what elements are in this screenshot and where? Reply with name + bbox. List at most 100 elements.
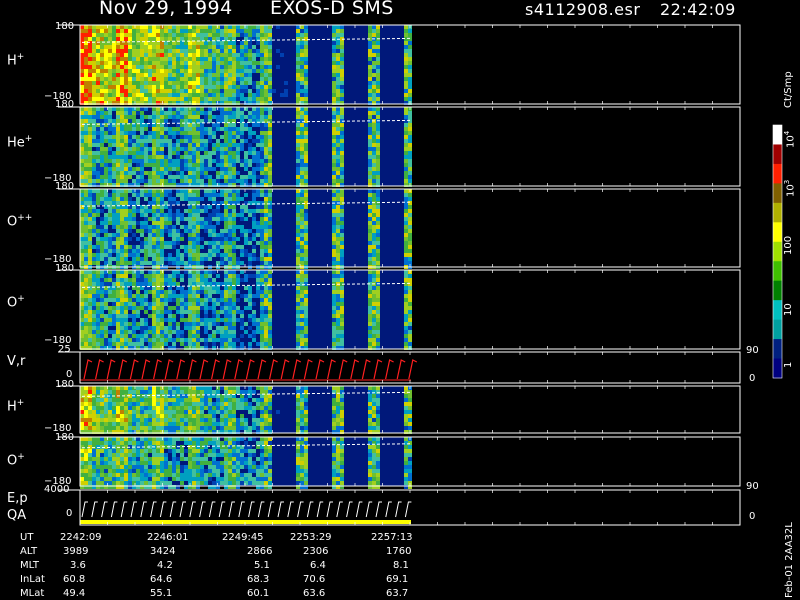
spectrogram-cell — [252, 249, 256, 253]
spectrogram-cell — [268, 270, 272, 274]
spectrogram-cell — [140, 302, 144, 306]
spectrogram-cell — [204, 155, 208, 159]
spectrogram-cell — [152, 167, 156, 171]
spectrogram-cell — [92, 197, 96, 201]
spectrogram-cell — [120, 45, 124, 49]
spectrogram-cell — [268, 135, 272, 139]
spectrogram-cell — [300, 49, 304, 53]
spectrogram-cell — [180, 49, 184, 53]
spectrogram-cell — [232, 81, 236, 85]
spectrogram-cell — [340, 398, 344, 402]
spectrogram-cell — [124, 29, 128, 33]
spectrogram-cell — [100, 151, 104, 155]
spectrogram-cell — [304, 322, 308, 326]
spectrogram-cell — [108, 115, 112, 119]
spectrogram-cell — [264, 77, 268, 81]
spectrogram-cell — [192, 49, 196, 53]
spectrogram-cell — [124, 37, 128, 41]
spectrogram-cell — [372, 418, 376, 422]
spectrogram-cell — [372, 390, 376, 394]
spectrogram-cell — [188, 131, 192, 135]
spectrogram-cell — [96, 131, 100, 135]
spectrogram-cell — [340, 406, 344, 410]
spectrogram-cell — [104, 278, 108, 282]
spectrogram-cell — [372, 402, 376, 406]
spectrogram-cell — [336, 135, 340, 139]
spectrogram-cell — [264, 97, 268, 101]
spectrogram-cell — [204, 270, 208, 274]
spectrogram-cell — [200, 159, 204, 163]
spectrogram-cell — [128, 57, 132, 61]
spectrogram-cell — [376, 175, 380, 179]
spectrogram-cell — [268, 81, 272, 85]
spectrogram-cell — [376, 253, 380, 257]
spectrogram-cell — [84, 151, 88, 155]
spectrogram-cell — [168, 318, 172, 322]
spectrogram-cell — [92, 41, 96, 45]
spectrogram-cell — [156, 418, 160, 422]
spectrogram-cell — [104, 33, 108, 37]
spectrogram-cell — [188, 426, 192, 430]
spectrogram-cell — [332, 286, 336, 290]
spectrogram-cell — [176, 237, 180, 241]
spectrogram-cell — [128, 245, 132, 249]
spectrogram-cell — [84, 93, 88, 97]
spectrogram-cell — [268, 139, 272, 143]
spectrogram-cell — [132, 147, 136, 151]
spectrogram-cell — [116, 322, 120, 326]
spectrogram-cell — [408, 213, 412, 217]
spectrogram-cell — [296, 310, 300, 314]
spectrogram-cell — [368, 414, 372, 418]
spectrogram-cell — [300, 53, 304, 57]
spectrogram-cell — [332, 245, 336, 249]
spectrogram-cell — [124, 390, 128, 394]
spectrogram-cell — [208, 418, 212, 422]
spectrogram-cell — [124, 314, 128, 318]
spectrogram-cell — [252, 69, 256, 73]
spectrogram-cell — [100, 338, 104, 342]
spectrogram-cell — [184, 69, 188, 73]
spectrogram-cell — [332, 123, 336, 127]
spectrogram-cell — [100, 115, 104, 119]
spectrogram-cell — [120, 115, 124, 119]
spectrogram-cell — [152, 163, 156, 167]
spectrogram-cell — [156, 390, 160, 394]
spectrogram-cell — [220, 402, 224, 406]
spectrogram-cell — [188, 45, 192, 49]
spectrogram-cell — [232, 115, 236, 119]
spectrogram-cell — [156, 310, 160, 314]
spectrogram-cell — [252, 123, 256, 127]
spectrogram-cell — [236, 143, 240, 147]
spectrogram-cell — [216, 274, 220, 278]
spectrogram-cell — [88, 49, 92, 53]
spectrogram-cell — [160, 65, 164, 69]
spectrogram-cell — [80, 213, 84, 217]
spectrogram-cell — [100, 322, 104, 326]
spectrogram-cell — [208, 402, 212, 406]
spectrogram-cell — [88, 322, 92, 326]
spectrogram-cell — [300, 197, 304, 201]
spectrogram-cell — [132, 386, 136, 390]
spectrogram-cell — [160, 77, 164, 81]
spectrogram-cell — [124, 253, 128, 257]
spectrogram-cell — [244, 61, 248, 65]
spectrogram-cell — [192, 111, 196, 115]
spectrogram-cell — [132, 225, 136, 229]
spectrogram-cell — [92, 306, 96, 310]
spectrogram-cell — [148, 151, 152, 155]
spectrogram-cell — [336, 426, 340, 430]
spectrogram-cell — [268, 189, 272, 193]
spectrogram-cell — [156, 398, 160, 402]
spectrogram-cell — [268, 257, 272, 261]
spectrogram-cell — [84, 119, 88, 123]
spectrogram-cell — [304, 139, 308, 143]
spectrogram-cell — [192, 131, 196, 135]
spectrogram-cell — [168, 261, 172, 265]
spectrogram-cell — [160, 57, 164, 61]
spectrogram-cell — [96, 274, 100, 278]
spectrogram-cell — [244, 77, 248, 81]
spectrogram-cell — [196, 89, 200, 93]
spectrogram-cell — [404, 25, 408, 29]
spectrogram-cell — [264, 93, 268, 97]
spectrogram-cell — [208, 175, 212, 179]
